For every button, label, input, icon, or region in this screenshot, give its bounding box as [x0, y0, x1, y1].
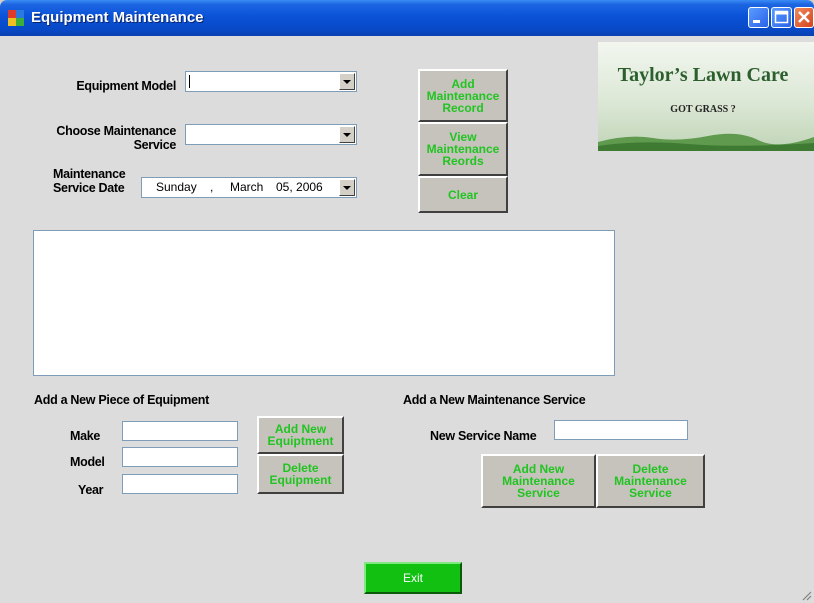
date-day: Sunday	[156, 180, 197, 194]
exit-button[interactable]: Exit	[364, 562, 462, 594]
maintenance-service-combobox[interactable]	[185, 124, 357, 145]
chevron-down-icon[interactable]	[339, 126, 355, 143]
equipment-model-combobox[interactable]	[185, 71, 357, 92]
company-logo: Taylor’s Lawn Care GOT GRASS ?	[598, 42, 814, 151]
text-caret	[189, 75, 190, 88]
calendar-dropdown-icon[interactable]	[339, 179, 355, 196]
view-maintenance-records-button[interactable]: View Maintenance Reords	[418, 122, 508, 176]
service-date-label-line2: Service Date	[53, 181, 125, 195]
maximize-icon	[774, 10, 789, 24]
year-label: Year	[78, 483, 104, 497]
form-client-area: Equipment Model Choose Maintenance Servi…	[0, 36, 814, 603]
add-maintenance-record-button[interactable]: Add Maintenance Record	[418, 69, 508, 122]
app-icon	[8, 10, 24, 26]
chevron-down-icon[interactable]	[339, 73, 355, 90]
maintenance-records-list[interactable]	[33, 230, 615, 376]
add-new-maintenance-service-button[interactable]: Add New Maintenance Service	[481, 454, 596, 508]
logo-subtitle: GOT GRASS ?	[670, 104, 736, 115]
minimize-button[interactable]	[748, 7, 769, 28]
new-service-name-input[interactable]	[554, 420, 688, 440]
equipment-model-label: Equipment Model	[76, 79, 176, 93]
model-input[interactable]	[122, 447, 238, 467]
make-input[interactable]	[122, 421, 238, 441]
resize-grip-icon[interactable]	[800, 589, 812, 601]
grass-graphic	[598, 133, 814, 151]
maximize-button[interactable]	[771, 7, 792, 28]
logo-title: Taylor’s Lawn Care	[617, 64, 789, 86]
close-icon	[798, 11, 810, 23]
window-title: Equipment Maintenance	[31, 9, 204, 26]
equipment-section-heading: Add a New Piece of Equipment	[34, 393, 209, 407]
close-button[interactable]	[794, 7, 814, 28]
date-separator: ,	[210, 180, 214, 194]
make-label: Make	[70, 429, 101, 443]
add-new-equipment-button[interactable]: Add New Equiptment	[257, 416, 344, 454]
delete-maintenance-service-button[interactable]: Delete Maintenance Service	[596, 454, 705, 508]
year-input[interactable]	[122, 474, 238, 494]
delete-equipment-button[interactable]: Delete Equipment	[257, 454, 344, 494]
choose-service-label-line1: Choose Maintenance	[56, 124, 176, 138]
service-date-picker[interactable]: Sunday , March 05, 2006	[141, 177, 357, 198]
date-month: March	[230, 180, 264, 194]
clear-button[interactable]: Clear	[418, 176, 508, 213]
model-label: Model	[70, 455, 105, 469]
date-daynum-year: 05, 2006	[276, 180, 323, 194]
service-section-heading: Add a New Maintenance Service	[403, 393, 586, 407]
equipment-maintenance-window: Equipment Maintenance Equipment Model Ch…	[0, 0, 814, 603]
new-service-name-label: New Service Name	[430, 429, 537, 443]
minimize-icon	[753, 20, 760, 23]
choose-service-label-line2: Service	[133, 138, 177, 152]
title-bar[interactable]: Equipment Maintenance	[0, 0, 814, 36]
service-date-label-line1: Maintenance	[53, 167, 126, 181]
